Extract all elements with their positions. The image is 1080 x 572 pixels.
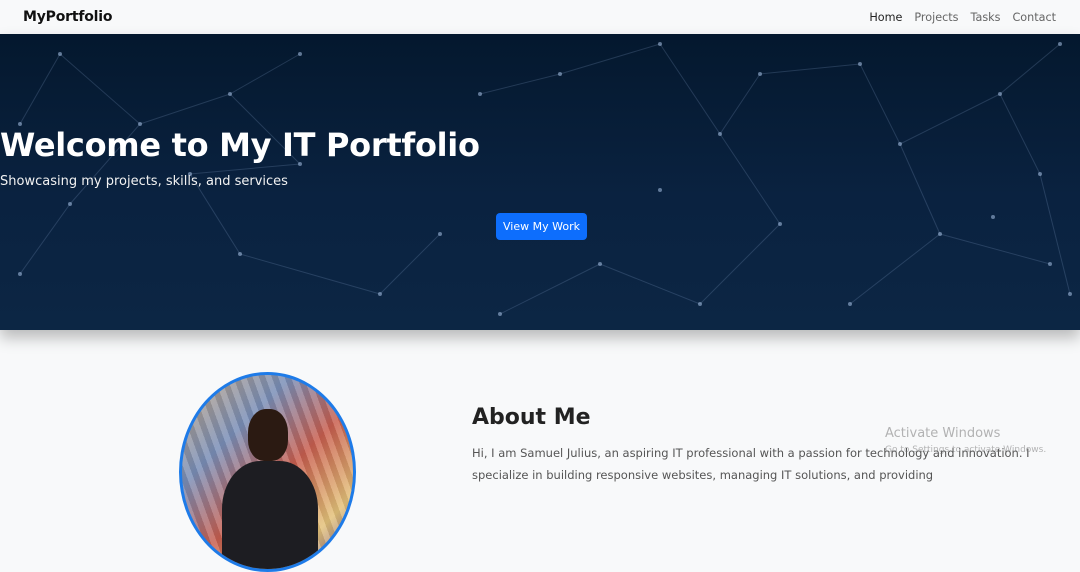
activate-windows-subtitle: Go to Settings to activate Windows.	[885, 445, 1047, 455]
nav-link-projects[interactable]: Projects	[902, 11, 958, 24]
hero-title: Welcome to My IT Portfolio	[0, 126, 480, 164]
navbar: MyPortfolio Home Projects Tasks Contact	[0, 0, 1080, 34]
brand-logo[interactable]: MyPortfolio	[23, 9, 112, 25]
person-head	[248, 409, 288, 461]
about-title: About Me	[472, 405, 591, 430]
nav-link-tasks[interactable]: Tasks	[958, 11, 1000, 24]
view-my-work-button[interactable]: View My Work	[496, 213, 587, 240]
activate-windows-title: Activate Windows	[885, 426, 1001, 441]
profile-photo	[179, 372, 356, 572]
person-body	[222, 461, 318, 569]
nav-link-contact[interactable]: Contact	[1000, 11, 1056, 24]
hero-section: Welcome to My IT Portfolio Showcasing my…	[0, 34, 1080, 330]
nav-link-home[interactable]: Home	[857, 11, 902, 24]
nav-links: Home Projects Tasks Contact	[857, 11, 1056, 24]
hero-subtitle: Showcasing my projects, skills, and serv…	[0, 174, 288, 189]
